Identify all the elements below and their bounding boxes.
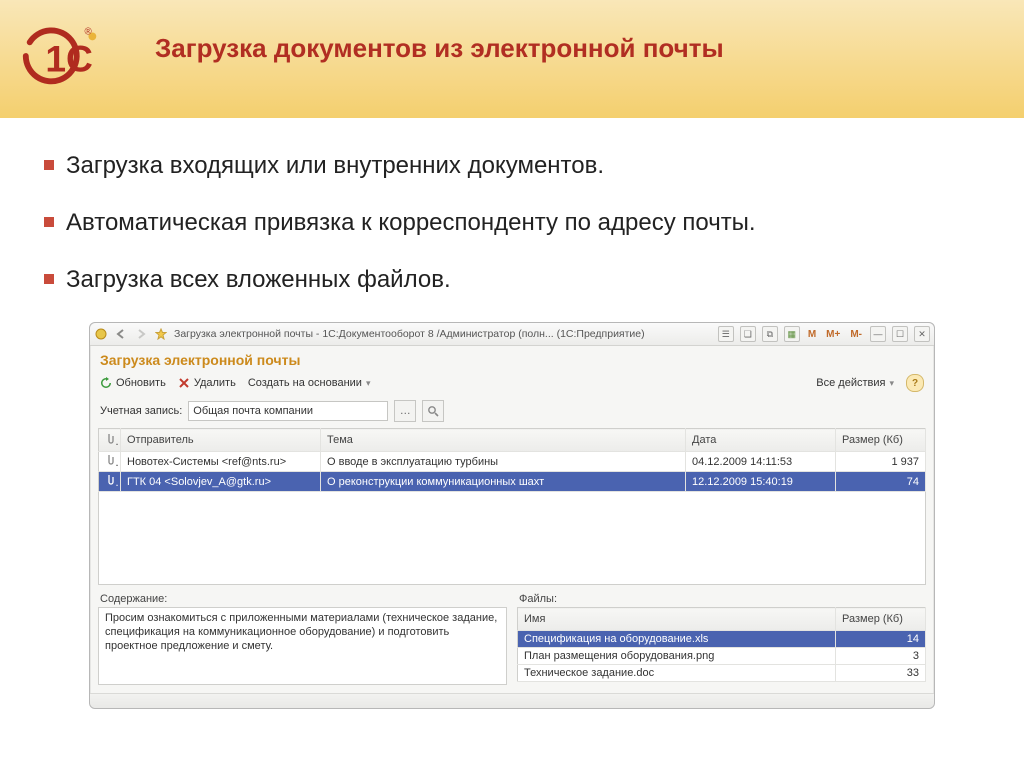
magnifier-icon [427, 405, 439, 417]
calc-icon[interactable]: ▦ [784, 326, 800, 342]
col-date[interactable]: Дата [686, 429, 836, 452]
bullet-item: Загрузка входящих или внутренних докумен… [40, 152, 984, 181]
paperclip-icon [105, 474, 115, 486]
size-cell: 1 937 [836, 452, 926, 472]
col-subject[interactable]: Тема [321, 429, 686, 452]
mail-table[interactable]: Отправитель Тема Дата Размер (Кб) Новоте… [98, 428, 926, 492]
sender-cell: Новотех-Системы <ref@nts.ru> [121, 452, 321, 472]
attach-cell [99, 472, 121, 492]
files-label: Файлы: [519, 593, 926, 605]
titlebar-tool-button[interactable]: ☰ [718, 326, 734, 342]
create-based-on-button[interactable]: Создать на основании [248, 377, 371, 389]
file-name-cell: Техническое задание.doc [518, 665, 836, 682]
back-icon[interactable] [114, 327, 128, 341]
col-sender[interactable]: Отправитель [121, 429, 321, 452]
file-name-cell: План размещения оборудования.png [518, 648, 836, 665]
file-size-cell: 3 [836, 648, 926, 665]
close-button[interactable]: ✕ [914, 326, 930, 342]
subject-cell: О вводе в эксплуатацию турбины [321, 452, 686, 472]
col-attach[interactable] [99, 429, 121, 452]
table-header-row: Отправитель Тема Дата Размер (Кб) [99, 429, 926, 452]
forward-icon[interactable] [134, 327, 148, 341]
files-table[interactable]: Имя Размер (Кб) Спецификация на оборудов… [517, 607, 926, 682]
slide-title: Загрузка документов из электронной почты [155, 34, 904, 64]
table-row[interactable]: Техническое задание.doc 33 [518, 665, 926, 682]
maximize-button[interactable]: ☐ [892, 326, 908, 342]
date-cell: 04.12.2009 14:11:53 [686, 452, 836, 472]
titlebar: Загрузка электронной почты - 1С:Документ… [90, 323, 934, 346]
logo-1c: 1C ® [16, 20, 110, 92]
star-icon[interactable] [154, 327, 168, 341]
content-pane: Содержание: Просим ознакомиться с прилож… [98, 593, 507, 685]
date-cell: 12.12.2009 15:40:19 [686, 472, 836, 492]
refresh-label: Обновить [116, 377, 166, 389]
table-row[interactable]: План размещения оборудования.png 3 [518, 648, 926, 665]
sender-cell: ГТК 04 <Solovjev_A@gtk.ru> [121, 472, 321, 492]
create-based-on-label: Создать на основании [248, 377, 362, 389]
app-icon [94, 327, 108, 341]
col-file-name[interactable]: Имя [518, 608, 836, 631]
slide-header: 1C ® Загрузка документов из электронной … [0, 0, 1024, 118]
refresh-icon [100, 377, 112, 389]
account-label: Учетная запись: [100, 405, 182, 417]
all-actions-button[interactable]: Все действия [816, 377, 894, 389]
files-pane: Файлы: Имя Размер (Кб) Спецификация на о… [517, 593, 926, 685]
delete-button[interactable]: Удалить [178, 377, 236, 389]
status-strip [90, 693, 934, 708]
paperclip-icon [105, 433, 115, 445]
m-button[interactable]: M [806, 329, 818, 340]
paperclip-icon [105, 454, 115, 466]
file-size-cell: 33 [836, 665, 926, 682]
content-text[interactable]: Просим ознакомиться с приложенными матер… [98, 607, 507, 685]
refresh-button[interactable]: Обновить [100, 377, 166, 389]
minimize-button[interactable]: — [870, 326, 886, 342]
svg-text:1C: 1C [45, 38, 93, 80]
all-actions-label: Все действия [816, 377, 885, 389]
col-file-size[interactable]: Размер (Кб) [836, 608, 926, 631]
m-plus-button[interactable]: M+ [824, 329, 842, 340]
svg-text:®: ® [85, 26, 93, 37]
size-cell: 74 [836, 472, 926, 492]
titlebar-tool-button[interactable]: ❏ [740, 326, 756, 342]
lookup-button[interactable]: … [394, 400, 416, 422]
bullet-item: Автоматическая привязка к корреспонденту… [40, 209, 984, 238]
app-window: Загрузка электронной почты - 1С:Документ… [89, 322, 935, 709]
file-name-cell: Спецификация на оборудование.xls [518, 631, 836, 648]
subject-cell: О реконструкции коммуникационных шахт [321, 472, 686, 492]
attach-cell [99, 452, 121, 472]
form-title: Загрузка электронной почты [90, 346, 934, 372]
m-minus-button[interactable]: M- [848, 329, 864, 340]
content-label: Содержание: [100, 593, 507, 605]
table-row[interactable]: Новотех-Системы <ref@nts.ru> О вводе в э… [99, 452, 926, 472]
table-row[interactable]: ГТК 04 <Solovjev_A@gtk.ru> О реконструкц… [99, 472, 926, 492]
command-bar: Обновить Удалить Создать на основании Вс… [90, 372, 934, 396]
account-row: Учетная запись: … [90, 396, 934, 428]
bullet-list: Загрузка входящих или внутренних докумен… [40, 152, 984, 294]
lookup-search-button[interactable] [422, 400, 444, 422]
bottom-split: Содержание: Просим ознакомиться с прилож… [90, 585, 934, 693]
bullet-item: Загрузка всех вложенных файлов. [40, 266, 984, 295]
account-input[interactable] [188, 401, 388, 421]
delete-icon [178, 377, 190, 389]
table-row[interactable]: Спецификация на оборудование.xls 14 [518, 631, 926, 648]
mail-table-blank [98, 492, 926, 585]
col-size[interactable]: Размер (Кб) [836, 429, 926, 452]
help-button[interactable]: ? [906, 374, 924, 392]
delete-label: Удалить [194, 377, 236, 389]
file-size-cell: 14 [836, 631, 926, 648]
window-title: Загрузка электронной почты - 1С:Документ… [174, 328, 645, 340]
table-header-row: Имя Размер (Кб) [518, 608, 926, 631]
titlebar-tool-button[interactable]: ⧉ [762, 326, 778, 342]
